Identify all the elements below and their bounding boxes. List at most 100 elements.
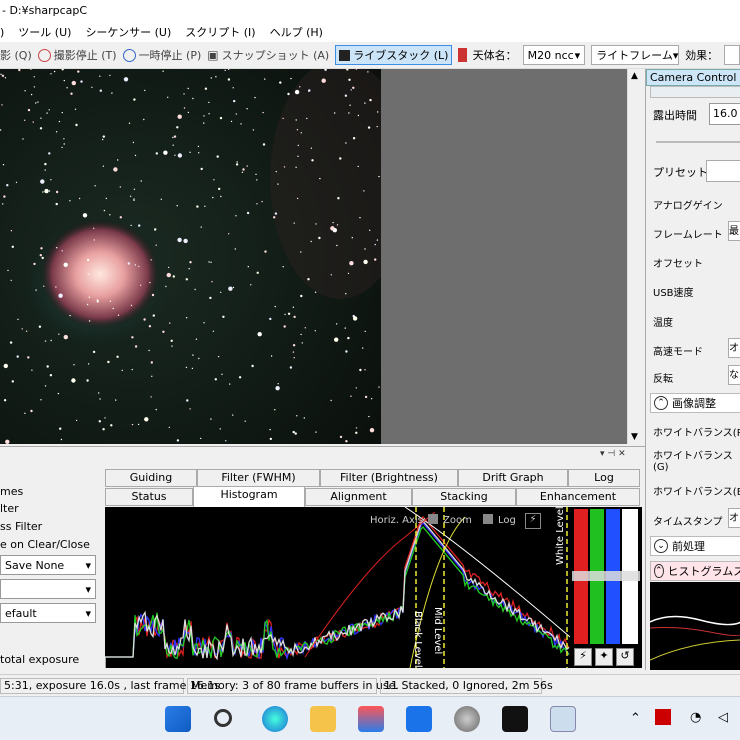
zoom-checkbox[interactable] [428, 514, 438, 524]
level-handle[interactable] [572, 571, 640, 581]
image-adjust-section[interactable]: ⌃ 画像調整 [650, 393, 740, 413]
chevron-down-icon: ▾ [85, 606, 91, 620]
save-value: Save None [5, 558, 65, 572]
auto-stretch-icon[interactable]: ⚡ [525, 513, 541, 529]
tab-drift-graph[interactable]: Drift Graph [458, 469, 568, 487]
start-icon[interactable] [165, 706, 191, 732]
camera-section-header[interactable] [650, 86, 740, 98]
target-value: M20 ncc [527, 48, 574, 62]
menu-partial[interactable]: ) [0, 26, 4, 39]
security-icon[interactable] [655, 709, 671, 725]
log-checkbox[interactable] [483, 514, 493, 524]
camera-control-title[interactable]: Camera Control Pa [646, 69, 740, 86]
target-label: 天体名： [472, 49, 517, 62]
tab-histogram[interactable]: Histogram [193, 486, 305, 507]
pause-button[interactable]: 一時停止 (P) [122, 47, 201, 63]
preset-select[interactable] [706, 160, 740, 182]
mail-icon[interactable] [406, 706, 432, 732]
default-select[interactable]: efault ▾ [0, 603, 96, 623]
flip-select[interactable]: な [728, 365, 740, 385]
edge-icon[interactable] [262, 706, 288, 732]
toolbar: 影 (Q) 撮影停止 (T) 一時停止 (P) ▣ スナップショット (A) ライ… [0, 42, 740, 69]
timestamp-select[interactable]: オ [728, 508, 740, 528]
preprocess-section[interactable]: ⌄ 前処理 [650, 536, 740, 556]
image-adjust-label: 画像調整 [672, 397, 716, 410]
exposure-label: 露出時間 [653, 109, 697, 122]
target-name-input[interactable]: M20 ncc ▾ [522, 45, 586, 65]
menu-sequencer[interactable]: シーケンサー (U) [85, 24, 171, 40]
live-image[interactable] [0, 69, 381, 444]
stack-icon [339, 49, 351, 61]
tab-enhancement[interactable]: Enhancement [516, 488, 640, 506]
white-level-label: White Level [555, 506, 566, 565]
wb-green-label: ホワイトバランス (G) [653, 451, 733, 473]
option-filter[interactable]: lter [0, 502, 19, 515]
mid-level-label: Mid Level [432, 607, 443, 655]
tab-stacking[interactable]: Stacking [412, 488, 516, 506]
high-speed-select[interactable]: オ [728, 338, 740, 358]
scroll-down-icon[interactable]: ▼ [631, 432, 638, 442]
tray-chevron-icon[interactable]: ⌃ [630, 711, 641, 726]
sharpcap-icon[interactable] [550, 706, 576, 732]
store-icon[interactable] [358, 706, 384, 732]
usb-speed-label: USB速度 [653, 288, 694, 299]
title-bar: - D:¥sharpcapC [0, 0, 740, 22]
expand-icon: ⌄ [654, 539, 668, 553]
high-speed-mode-label: 高速モード [653, 347, 703, 358]
lightning-icon[interactable]: ⚡ [574, 648, 592, 666]
tab-alignment[interactable]: Alignment [305, 488, 412, 506]
scroll-up-icon[interactable]: ▲ [631, 71, 638, 81]
histogram-plot[interactable]: Horiz. Axis: Zoom Log ⚡ White Level Mid … [104, 506, 571, 669]
menu-help[interactable]: ヘルプ (H) [270, 24, 323, 40]
camera-app-icon[interactable] [502, 706, 528, 732]
chevron-down-icon: ▾ [85, 558, 91, 572]
reset-icon[interactable]: ↺ [616, 648, 634, 666]
folder-icon[interactable] [310, 706, 336, 732]
option-frames[interactable]: mes [0, 485, 23, 498]
wifi-icon[interactable]: ◔ [690, 710, 701, 725]
darks-icon[interactable] [458, 48, 467, 62]
option-clear-close[interactable]: e on Clear/Close [0, 538, 90, 551]
frame-rate-select[interactable]: 最 [728, 221, 740, 241]
pause-icon [122, 48, 136, 62]
sparkle-icon[interactable]: ✦ [595, 648, 613, 666]
option-brightness-filter[interactable]: ss Filter [0, 520, 42, 533]
default-value: efault [5, 606, 37, 620]
menu-tools[interactable]: ツール (U) [18, 24, 71, 40]
chevron-down-icon: ▾ [672, 48, 679, 62]
histogram-stretch-section[interactable]: ⌃ヒストグラムスト [650, 561, 740, 581]
frame-rate-label: フレームレート [653, 230, 723, 241]
rgb-level-sliders[interactable]: ⚡ ✦ ↺ [570, 507, 642, 668]
histogram-stretch-label: ヒストグラムスト [667, 565, 740, 578]
capture-partial-button[interactable]: 影 (Q) [0, 47, 32, 63]
volume-icon[interactable]: ◁ [718, 710, 728, 725]
camera-icon: ▣ [207, 48, 219, 62]
live-stack-label: ライブスタック (L) [353, 49, 449, 62]
search-icon[interactable] [214, 709, 232, 727]
black-level-label: Black Level [412, 611, 423, 668]
exposure-slider[interactable] [656, 141, 740, 143]
stop-capture-label: 撮影停止 (T) [53, 49, 117, 62]
mini-histogram-curve [649, 615, 740, 661]
log-label: Log [498, 515, 516, 526]
timestamp-label: タイムスタンプ [653, 517, 723, 528]
exposure-input[interactable]: 16.0 s [709, 103, 740, 125]
save-select[interactable]: Save None ▾ [0, 555, 96, 575]
stop-capture-button[interactable]: 撮影停止 (T) [37, 47, 117, 63]
effect-select[interactable] [724, 45, 740, 65]
panel-controls[interactable]: ▾ ⊣ ✕ [600, 449, 626, 459]
tab-status[interactable]: Status [105, 488, 193, 506]
tab-filter-fwhm[interactable]: Filter (FWHM) [197, 469, 320, 487]
snapshot-button[interactable]: ▣ スナップショット (A) [207, 47, 329, 63]
frame-status: 5:31, exposure 16.0s , last frame 16.1s [0, 678, 220, 694]
vertical-scrollbar[interactable]: ▲ ▼ [627, 69, 643, 444]
app-icon[interactable] [454, 706, 480, 732]
live-stack-button[interactable]: ライブスタック (L) [335, 45, 453, 65]
tab-guiding[interactable]: Guiding [105, 469, 197, 487]
nebula-image [0, 69, 381, 444]
menu-script[interactable]: スクリプト (I) [185, 24, 255, 40]
frame-type-select[interactable]: ライトフレーム ▾ [591, 45, 680, 65]
tab-filter-brightness[interactable]: Filter (Brightness) [320, 469, 458, 487]
blank-select[interactable]: ▾ [0, 579, 96, 599]
tab-log[interactable]: Log [568, 469, 640, 487]
